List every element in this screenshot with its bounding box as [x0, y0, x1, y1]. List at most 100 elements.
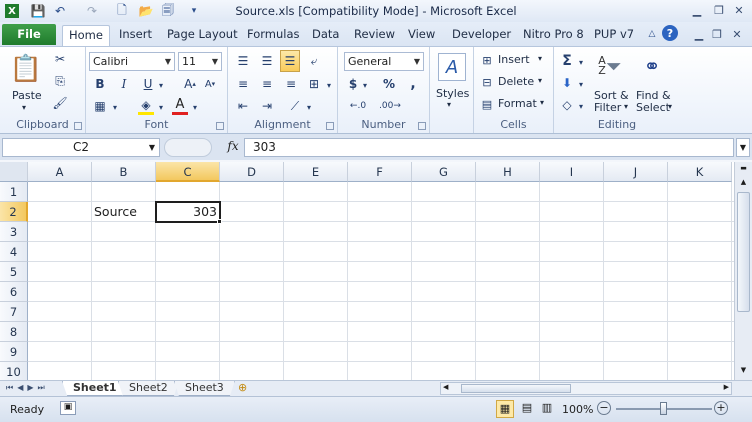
fill-icon[interactable]: ⬇ [560, 75, 574, 91]
tab-view[interactable]: View [402, 25, 441, 45]
column-header-g[interactable]: G [412, 162, 476, 182]
cell-b2[interactable]: Source [92, 202, 156, 222]
align-bottom-icon[interactable]: ☰ [280, 50, 300, 72]
shrink-font-icon[interactable]: A ▾ [202, 75, 218, 93]
name-box[interactable]: C2 ▼ [2, 138, 160, 157]
merge-dropdown-icon[interactable]: ▾ [324, 77, 334, 93]
scroll-up-icon[interactable]: ▲ [737, 178, 750, 190]
chevron-down-icon[interactable]: ▼ [149, 139, 155, 156]
workbook-close-icon[interactable]: ✕ [728, 26, 746, 42]
align-top-icon[interactable]: ☰ [234, 52, 252, 70]
row-header-5[interactable]: 5 [0, 262, 28, 282]
grow-font-icon[interactable]: A ▴ [182, 75, 198, 93]
page-break-view-icon[interactable]: ▥ [538, 400, 556, 418]
column-header-e[interactable]: E [284, 162, 348, 182]
italic-icon[interactable]: I [116, 75, 132, 93]
select-all-corner[interactable] [0, 162, 28, 182]
alignment-launcher-icon[interactable] [326, 122, 334, 130]
sheet-tab-sheet2[interactable]: Sheet2 [118, 381, 179, 396]
tab-page-layout[interactable]: Page Layout [161, 25, 244, 45]
row-header-10[interactable]: 10 [0, 362, 28, 380]
binoculars-icon[interactable]: ⚭ [638, 51, 666, 81]
find-select-dropdown-icon[interactable]: ▾ [668, 102, 672, 111]
tab-data[interactable]: Data [306, 25, 345, 45]
cell-c2[interactable]: 303 [155, 201, 221, 223]
currency-button[interactable]: $ [346, 75, 360, 93]
align-right-icon[interactable]: ≡ [282, 75, 300, 93]
sort-filter-dropdown-icon[interactable]: ▾ [624, 102, 628, 111]
font-color-icon[interactable]: A [172, 97, 188, 115]
tab-file[interactable]: File [2, 24, 56, 45]
tab-developer[interactable]: Developer [446, 25, 517, 45]
autosum-dropdown-icon[interactable]: ▾ [576, 55, 586, 69]
tab-pup[interactable]: PUP v7 [588, 25, 640, 45]
help-icon[interactable]: ? [662, 25, 678, 41]
tab-formulas[interactable]: Formulas [241, 25, 306, 45]
restore-icon[interactable]: ❐ [710, 2, 728, 18]
paste-button[interactable]: Paste [12, 89, 42, 102]
delete-button[interactable]: Delete [498, 75, 534, 88]
borders-dropdown-icon[interactable]: ▾ [110, 99, 120, 115]
minimize-ribbon-icon[interactable]: △ [644, 26, 660, 42]
row-header-7[interactable]: 7 [0, 302, 28, 322]
insert-cells-icon[interactable]: ⊞ [480, 53, 494, 67]
workbook-minimize-icon[interactable]: ▁ [690, 26, 708, 42]
align-middle-icon[interactable]: ☰ [258, 52, 276, 70]
sheet-tab-sheet3[interactable]: Sheet3 [174, 381, 235, 396]
formula-input[interactable]: 303 [244, 138, 734, 157]
autosum-icon[interactable]: Σ [560, 53, 574, 69]
fill-handle[interactable] [217, 219, 222, 224]
tab-review[interactable]: Review [348, 25, 401, 45]
format-cells-icon[interactable]: ▤ [480, 97, 494, 111]
row-header-2[interactable]: 2 [0, 202, 28, 222]
comma-button[interactable]: , [406, 75, 420, 93]
font-size-combo[interactable]: 11 ▼ [178, 52, 222, 71]
row-header-9[interactable]: 9 [0, 342, 28, 362]
tab-home[interactable]: Home [62, 25, 110, 46]
decrease-indent-icon[interactable]: ⇤ [234, 97, 252, 115]
scroll-down-icon[interactable]: ▼ [737, 366, 750, 378]
workbook-restore-icon[interactable]: ❐ [708, 26, 726, 42]
format-dropdown-icon[interactable]: ▾ [540, 98, 544, 107]
column-header-i[interactable]: I [540, 162, 604, 182]
zoom-level[interactable]: 100% [562, 403, 593, 416]
font-name-combo[interactable]: Calibri ▼ [89, 52, 175, 71]
column-header-h[interactable]: H [476, 162, 540, 182]
paste-icon[interactable]: 📋 [8, 51, 44, 87]
column-header-f[interactable]: F [348, 162, 412, 182]
sheet-tab-sheet1[interactable]: Sheet1 [62, 381, 128, 396]
sort-filter-icon[interactable]: A Z ⏷ [596, 51, 624, 81]
clipboard-launcher-icon[interactable] [74, 122, 82, 130]
column-header-k[interactable]: K [668, 162, 732, 182]
increase-indent-icon[interactable]: ⇥ [258, 97, 276, 115]
wrap-text-icon[interactable]: ⤶ [306, 52, 322, 70]
bold-icon[interactable]: B [92, 75, 108, 93]
styles-button[interactable]: Styles [436, 87, 469, 100]
clear-icon[interactable]: ◇ [560, 97, 574, 113]
row-header-8[interactable]: 8 [0, 322, 28, 342]
sheet-nav-arrows-icon[interactable]: ⏮◀▶⏭ [6, 383, 49, 393]
row-header-6[interactable]: 6 [0, 282, 28, 302]
decrease-decimal-icon[interactable]: .00→ [378, 97, 402, 115]
underline-dropdown-icon[interactable]: ▾ [156, 77, 166, 93]
delete-dropdown-icon[interactable]: ▾ [538, 76, 542, 85]
worksheet-grid[interactable]: A B C D E F G H I J K 1 2 3 4 5 6 7 8 9 … [0, 162, 734, 380]
fill-dropdown-icon[interactable]: ▾ [576, 77, 586, 91]
align-center-icon[interactable]: ≡ [258, 75, 276, 93]
insert-dropdown-icon[interactable]: ▾ [538, 54, 542, 63]
fill-color-icon[interactable]: ◈ [138, 97, 154, 115]
format-painter-icon[interactable]: 🖌 [52, 95, 68, 111]
expand-formula-bar-icon[interactable]: ▼ [736, 138, 750, 157]
align-left-icon[interactable]: ≡ [234, 75, 252, 93]
tab-nitro-pro[interactable]: Nitro Pro 8 [517, 25, 590, 45]
increase-decimal-icon[interactable]: ←.0 [346, 97, 370, 115]
font-color-dropdown-icon[interactable]: ▾ [190, 99, 200, 115]
format-button[interactable]: Format [498, 97, 537, 110]
clear-dropdown-icon[interactable]: ▾ [576, 99, 586, 113]
vertical-scrollbar[interactable]: ▬ ▲ ▼ [734, 162, 752, 380]
orientation-dropdown-icon[interactable]: ▾ [304, 99, 314, 115]
insert-button[interactable]: Insert [498, 53, 530, 66]
paste-dropdown-icon[interactable]: ▾ [22, 103, 26, 112]
styles-dropdown-icon[interactable]: ▾ [447, 100, 451, 109]
borders-icon[interactable]: ▦ [92, 97, 108, 115]
